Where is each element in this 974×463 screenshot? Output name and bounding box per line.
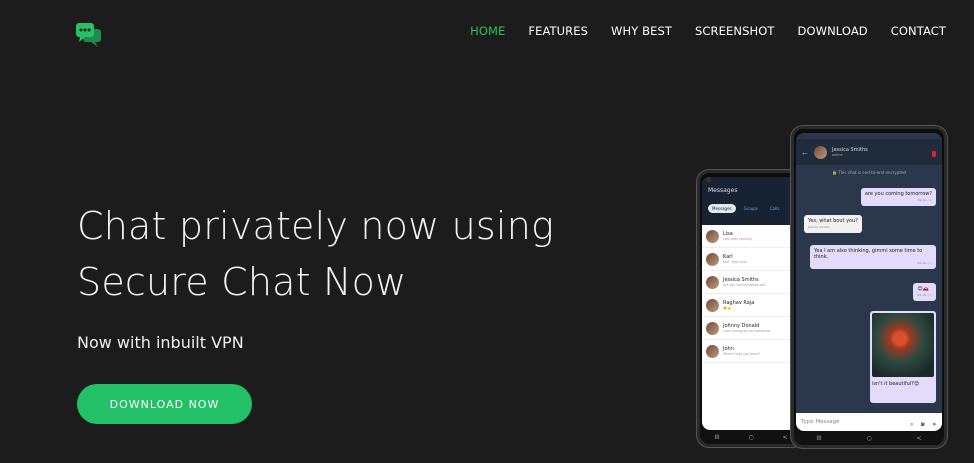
avatar [706,229,719,243]
avatar [706,275,719,289]
image-message[interactable]: isn't it beautiful?😍 [870,311,936,403]
avatar [706,252,719,266]
recents-icon[interactable]: III [816,435,821,442]
avatar [814,145,827,159]
chat-list-item[interactable]: Karl Karl: Type here [702,248,800,271]
camera-dot [706,178,711,183]
nav-home[interactable]: HOME [470,24,505,38]
avatar [706,298,719,312]
nav-download[interactable]: DOWNLOAD [798,24,868,38]
phone-mockup-conversation: ← Jessica Smiths online 🔒 This chat is e… [791,126,947,448]
recents-icon[interactable]: III [714,434,719,441]
hero-subtitle: Now with inbuilt VPN [77,333,244,352]
hero-title: Chat privately now using Secure Chat Now [77,198,554,310]
hero-title-line2: Secure Chat Now [77,260,407,304]
chat-list-item[interactable]: Lisa Last seen recently [702,225,800,248]
tab-messages[interactable]: Messages [708,204,736,213]
message-time: 09:16 ✓✓ [917,293,932,297]
back-icon[interactable]: < [917,435,922,442]
android-navbar: III ○ < [794,431,944,445]
tab-calls[interactable]: Calls [766,204,784,213]
message-time: 09:14 ✓✓ [917,198,932,202]
chat-preview: ☺️👍 [723,306,731,310]
send-icon[interactable]: ➤ [932,422,937,428]
conversation-header: ← Jessica Smiths online [796,139,942,165]
messages-screen: Messages Messages Groups Calls Lisa Last … [702,177,800,430]
chat-preview: Where have you been? [723,352,760,356]
paperclip-icon[interactable]: ⌕ [910,422,913,428]
messages-tabs: Messages Groups Calls [708,204,794,213]
home-icon[interactable]: ○ [867,435,872,442]
message-bubble-sent: are you coming tomorrow? 09:14 ✓✓ [860,188,936,206]
tree-photo [872,313,934,377]
back-icon[interactable]: < [783,434,788,441]
chat-list-item[interactable]: Jessica Smiths Are you coming tomorrow? [702,271,800,294]
nav-features[interactable]: FEATURES [528,24,588,38]
message-input[interactable]: Type Message [801,419,840,425]
nav-screenshot[interactable]: SCREENSHOT [695,24,774,38]
chat-preview: Are you coming tomorrow? [723,283,767,287]
contact-status: online [832,153,843,157]
encryption-note: 🔒 This chat is end-to-end encrypted [832,170,906,175]
message-time: 09:16 ✓✓ [917,261,932,265]
chat-list-item[interactable]: Johnny Donald I am coming to you tomorrow [702,317,800,340]
nav-why-best[interactable]: WHY BEST [611,24,672,38]
tab-groups[interactable]: Groups [740,204,762,213]
arrow-left-icon[interactable]: ← [801,148,809,157]
phone-mockup-messages: Messages Messages Groups Calls Lisa Last … [697,170,805,447]
chat-preview: Last seen recently [723,237,753,241]
chat-preview: Karl: Type here [723,260,747,264]
image-caption: isn't it beautiful?😍 [872,381,920,387]
conversation-screen: ← Jessica Smiths online 🔒 This chat is e… [796,133,942,431]
message-sender: Jessica Smiths [808,225,830,229]
message-bubble-sent: Yea I am also thinking, gimmi some time … [810,245,936,269]
avatar [706,321,719,335]
messages-header: Messages Messages Groups Calls [702,177,800,225]
android-navbar: III ○ < [700,430,802,444]
chat-list-item[interactable]: Raghav Raja ☺️👍 [702,294,800,317]
hero-title-line1: Chat privately now using [77,204,554,248]
message-input-bar: Type Message ⌕ ◙ ➤ [796,413,942,431]
message-bubble-received: Yes, what bout you? Jessica Smiths [804,215,862,233]
trash-icon[interactable] [932,151,936,157]
chat-list-item[interactable]: John Where have you been? [702,340,800,363]
nav-contact[interactable]: CONTACT [891,24,946,38]
chat-bubbles-icon[interactable] [75,22,103,48]
messages-header-title: Messages [708,187,738,194]
message-text: Yea I am also thinking, gimmi some time … [814,248,923,260]
home-icon[interactable]: ○ [749,434,754,441]
chat-preview: I am coming to you tomorrow [723,329,771,333]
download-now-button[interactable]: DOWNLOAD NOW [77,384,252,424]
camera-icon[interactable]: ◙ [921,422,925,428]
main-nav: HOME FEATURES WHY BEST SCREENSHOT DOWNLO… [470,24,946,38]
avatar [706,344,719,358]
camera-dot [800,134,805,139]
message-bubble-sent: 😊🚗 09:16 ✓✓ [913,283,936,301]
